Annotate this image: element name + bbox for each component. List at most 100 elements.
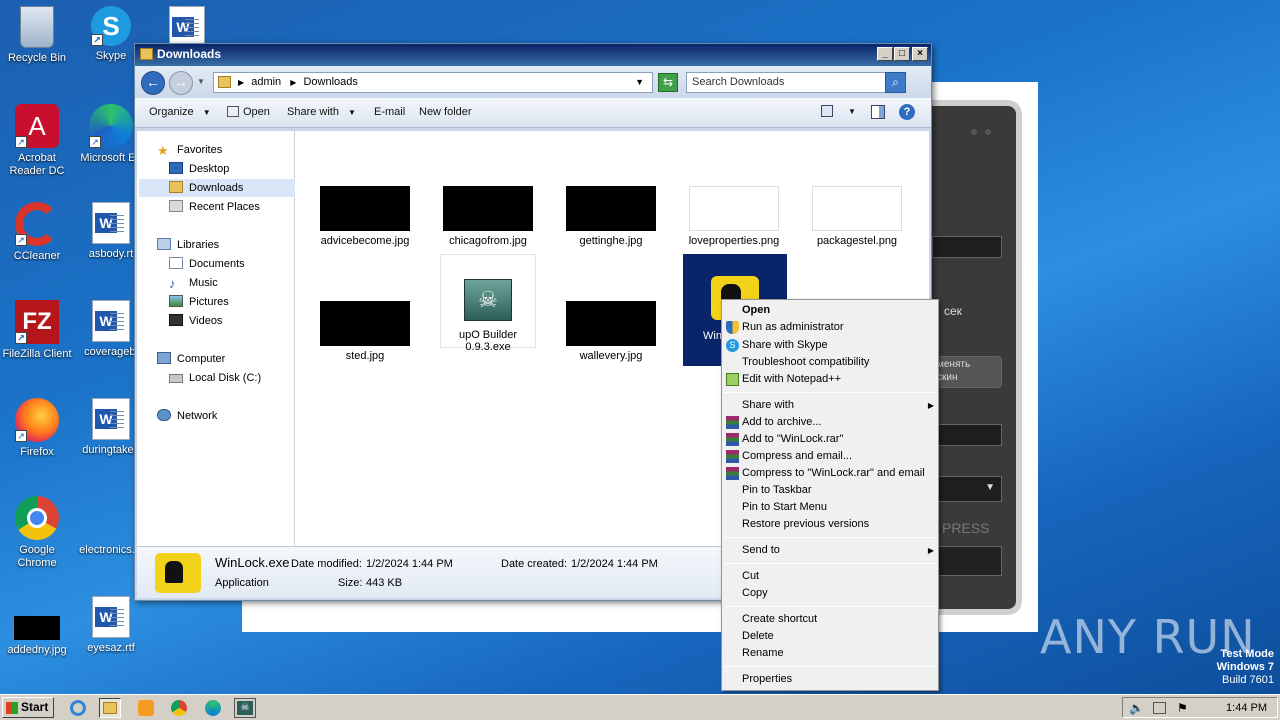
email-button[interactable]: E-mail (374, 106, 405, 118)
view-dropdown-icon[interactable]: ▼ (848, 107, 856, 116)
address-dropdown-icon[interactable]: ▼ (635, 77, 644, 87)
nav-videos[interactable]: Videos (169, 312, 222, 330)
nav-local-disk[interactable]: Local Disk (C:) (169, 369, 261, 387)
file-item[interactable]: advicebecome.jpg (317, 186, 413, 247)
nav-pictures[interactable]: Pictures (169, 293, 229, 311)
address-field[interactable]: ▶ admin ▶ Downloads ▼ (213, 72, 653, 93)
forward-button[interactable]: → (169, 71, 193, 95)
submenu-arrow-icon: ▶ (927, 546, 934, 555)
start-button[interactable]: Start (2, 697, 54, 718)
view-options-icon[interactable] (821, 105, 833, 117)
history-dropdown-icon[interactable]: ▼ (197, 77, 205, 86)
videos-icon (169, 314, 183, 326)
image-thumbnail (566, 301, 656, 346)
nav-documents[interactable]: Documents (169, 255, 245, 273)
file-item[interactable]: loveproperties.png (686, 186, 782, 247)
nav-music[interactable]: ♪ Music (169, 274, 218, 292)
desktop-icon-ccleaner[interactable]: ↗ CCleaner (0, 202, 74, 263)
network-tray-icon[interactable] (1153, 702, 1166, 714)
breadcrumb-downloads[interactable]: Downloads (303, 76, 357, 88)
nav-downloads[interactable]: Downloads (139, 179, 295, 197)
volume-icon[interactable]: 🔈 (1129, 701, 1144, 715)
search-input[interactable]: Search Downloads ⌕ (686, 72, 906, 93)
acrobat-icon: A ↗ (15, 104, 59, 148)
desktop-icon-eyesaz[interactable]: eyesaz.rtf (74, 596, 148, 655)
help-icon[interactable]: ? (899, 104, 915, 120)
menu-compress-email[interactable]: Compress and email... (726, 448, 852, 465)
menu-send-to[interactable]: Send to ▶ (742, 542, 934, 559)
nav-desktop[interactable]: Desktop (169, 160, 229, 178)
taskbar-explorer-icon[interactable] (99, 698, 121, 718)
menu-cut[interactable]: Cut (742, 568, 759, 585)
menu-run-as-admin[interactable]: Run as administrator (726, 319, 844, 336)
nav-favorites[interactable]: ★ Favorites (157, 141, 222, 159)
desktop-icon-recycle-bin[interactable]: Recycle Bin (0, 6, 74, 65)
menu-copy[interactable]: Copy (742, 585, 768, 602)
image-thumbnail (443, 186, 533, 231)
recycle-bin-icon (20, 6, 54, 48)
menu-pin-taskbar[interactable]: Pin to Taskbar (742, 482, 812, 499)
winlock-app-icon (155, 553, 201, 593)
menu-add-to-rar[interactable]: Add to "WinLock.rar" (726, 431, 843, 448)
app-bottom-button[interactable] (932, 546, 1002, 576)
title-bar: Downloads _ □ × (135, 44, 931, 66)
file-item[interactable]: packagestel.png (809, 186, 905, 247)
menu-create-shortcut[interactable]: Create shortcut (742, 611, 817, 628)
taskbar-chrome-icon[interactable] (169, 698, 191, 718)
menu-share-with[interactable]: Share with ▶ (742, 397, 934, 414)
system-tray: 🔈 ⚑ 1:44 PM (1122, 697, 1278, 718)
menu-compress-rar-email[interactable]: Compress to "WinLock.rar" and email (726, 465, 925, 482)
menu-properties[interactable]: Properties (742, 671, 792, 688)
chevron-down-icon: ▼ (348, 108, 356, 117)
menu-troubleshoot[interactable]: Troubleshoot compatibility (742, 354, 869, 371)
edge-icon: ↗ (89, 104, 133, 148)
taskbar-edge-icon[interactable] (203, 698, 225, 718)
action-center-flag-icon[interactable]: ⚑ (1177, 701, 1188, 715)
taskbar-media-player-icon[interactable] (136, 698, 158, 718)
nav-recent-places[interactable]: Recent Places (169, 198, 260, 216)
menu-pin-start[interactable]: Pin to Start Menu (742, 499, 827, 516)
uac-shield-icon (726, 321, 739, 334)
breadcrumb-admin[interactable]: admin (251, 76, 281, 88)
desktop-icon-acrobat[interactable]: A ↗ Acrobat Reader DC (0, 104, 74, 178)
open-button[interactable]: Open (227, 106, 270, 118)
menu-delete[interactable]: Delete (742, 628, 774, 645)
file-item[interactable]: ☠ upO Builder 0.9.3.exe (440, 254, 536, 353)
refresh-button[interactable]: ⇆ (658, 73, 678, 92)
taskbar-builder-icon[interactable]: ☠ (234, 698, 256, 718)
desktop-icon-addedny[interactable]: addedny.jpg (0, 604, 74, 657)
file-item[interactable]: wallevery.jpg (563, 301, 659, 362)
organize-button[interactable]: Organize ▼ (149, 106, 211, 118)
menu-open[interactable]: Open (742, 302, 770, 319)
file-item[interactable]: sted.jpg (317, 301, 413, 362)
clock[interactable]: 1:44 PM (1226, 702, 1267, 714)
menu-restore-versions[interactable]: Restore previous versions (742, 516, 869, 533)
menu-edit-notepadpp[interactable]: Edit with Notepad++ (726, 371, 841, 388)
desktop-icon-firefox[interactable]: ↗ Firefox (0, 398, 74, 459)
change-skin-button[interactable]: менять скин (932, 356, 1002, 388)
menu-add-to-archive[interactable]: Add to archive... (726, 414, 822, 431)
menu-share-with-skype[interactable]: S Share with Skype (726, 337, 828, 354)
nav-computer[interactable]: Computer (157, 350, 225, 368)
share-with-button[interactable]: Share with ▼ (287, 106, 356, 118)
back-button[interactable]: ← (141, 71, 165, 95)
desktop-icon-electronics[interactable]: electronics. (70, 530, 144, 557)
menu-rename[interactable]: Rename (742, 645, 784, 662)
app-input-1[interactable] (932, 236, 1002, 258)
new-folder-button[interactable]: New folder (419, 106, 472, 118)
app-input-2[interactable] (932, 424, 1002, 446)
minimize-button[interactable]: _ (877, 47, 893, 61)
file-item[interactable]: chicagofrom.jpg (440, 186, 536, 247)
shortcut-arrow-icon: ↗ (15, 332, 27, 344)
desktop-icon-filezilla[interactable]: FZ ↗ FileZilla Client (0, 300, 74, 361)
desktop-icon-chrome[interactable]: Google Chrome (0, 496, 74, 570)
preview-pane-icon[interactable] (871, 105, 885, 119)
search-icon[interactable]: ⌕ (885, 72, 906, 93)
close-button[interactable]: × (912, 47, 928, 61)
file-item[interactable]: gettinghe.jpg (563, 186, 659, 247)
nav-libraries[interactable]: Libraries (157, 236, 219, 254)
app-dropdown[interactable]: ▼ (932, 476, 1002, 502)
nav-network[interactable]: Network (157, 407, 217, 425)
taskbar-ie-icon[interactable] (68, 698, 90, 718)
maximize-button[interactable]: □ (894, 47, 910, 61)
